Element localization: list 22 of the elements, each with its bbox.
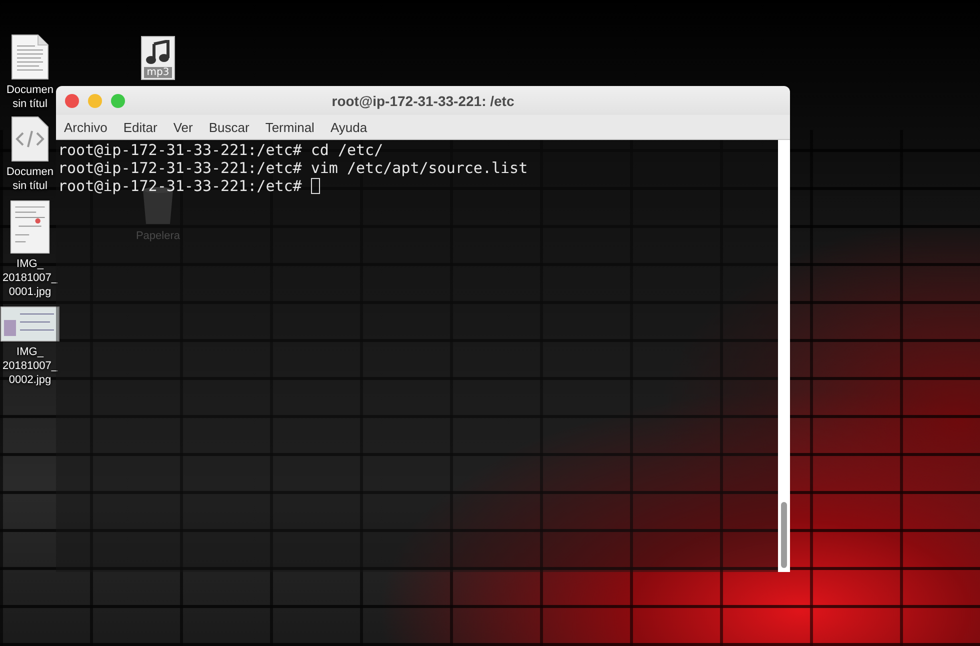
icon-label: Documen sin títul [6, 83, 54, 111]
id-card-photo-icon[interactable] [0, 306, 60, 342]
menu-item[interactable]: Terminal [265, 120, 314, 134]
icon-label: Documen sin títul [6, 165, 54, 193]
terminal-line: root@ip-172-31-33-221:/etc# cd /etc/ [58, 141, 384, 159]
menu-item[interactable]: Buscar [208, 120, 250, 134]
code-file-icon[interactable] [11, 116, 49, 162]
terminal-line: root@ip-172-31-33-221:/etc# [58, 177, 302, 195]
text-document-icon[interactable] [11, 34, 49, 80]
icon-label: IMG_ 20181007_ 0002.jpg [2, 345, 58, 387]
scanned-document-icon[interactable] [10, 200, 50, 254]
menu-item[interactable]: Ayuda [330, 120, 368, 134]
menu-item[interactable]: Editar [123, 120, 158, 134]
close-button[interactable] [65, 94, 79, 108]
icon-label: IMG_ 20181007_ 0001.jpg [2, 257, 58, 299]
scrollbar[interactable] [778, 140, 790, 572]
scrollbar-thumb[interactable] [781, 502, 787, 568]
window-title: root@ip-172-31-33-221: /etc [330, 92, 516, 108]
audio-file-icon[interactable]: mp3 [141, 36, 175, 80]
terminal-line: root@ip-172-31-33-221:/etc# vim /etc/apt/source.list [58, 159, 528, 177]
menu-item[interactable]: Ver [173, 120, 193, 134]
menu-item[interactable]: Archivo [64, 120, 108, 134]
